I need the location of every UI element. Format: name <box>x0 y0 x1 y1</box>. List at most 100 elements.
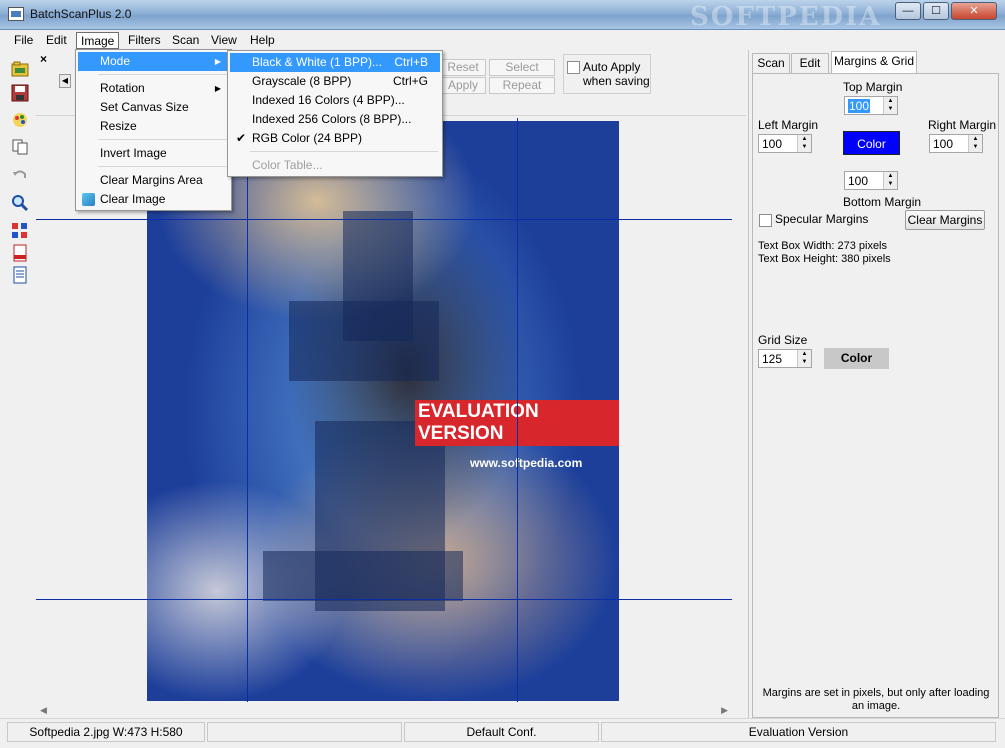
spin-down-icon[interactable]: ▼ <box>798 143 811 151</box>
horizontal-scrollbar[interactable]: ◀ ▶ <box>36 703 732 717</box>
menu-item-grayscale[interactable]: Grayscale (8 BPP) Ctrl+G <box>230 72 440 91</box>
menu-item-label: Grayscale (8 BPP) <box>252 74 352 88</box>
undo-icon[interactable] <box>11 166 29 184</box>
menu-edit[interactable]: Edit <box>42 32 71 49</box>
grid-size-spinner[interactable]: 125 ▲ ▼ <box>758 349 812 368</box>
pdf-icon[interactable] <box>11 244 29 262</box>
top-margin-value[interactable]: 100 <box>848 99 871 113</box>
scroll-left-button[interactable]: ◀ <box>59 74 71 88</box>
image-pixelated-region <box>289 301 439 381</box>
tab-scan[interactable]: Scan <box>752 53 790 73</box>
right-margin-spinner[interactable]: 100 ▲ ▼ <box>929 134 983 153</box>
top-margin-spinner[interactable]: 100 ▲ ▼ <box>844 96 898 115</box>
bottom-margin-spinner[interactable]: 100 ▲ ▼ <box>844 171 898 190</box>
close-panel-icon[interactable]: × <box>40 52 47 66</box>
menu-item-mode[interactable]: Mode ▶ <box>78 52 229 71</box>
menu-item-rgb-color[interactable]: ✔ RGB Color (24 BPP) <box>230 129 440 148</box>
auto-apply-checkbox[interactable] <box>567 61 580 74</box>
margins-grid-panel: Top Margin 100 ▲ ▼ Left Margin 100 ▲ ▼ Col… <box>752 73 999 718</box>
window-title: BatchScanPlus 2.0 <box>30 7 132 21</box>
right-margin-value[interactable]: 100 <box>933 137 953 151</box>
menu-image[interactable]: Image <box>76 32 120 49</box>
document-icon[interactable] <box>11 266 29 284</box>
submenu-arrow-icon: ▶ <box>214 84 221 93</box>
spin-up-icon[interactable]: ▲ <box>798 350 811 358</box>
status-bar: Softpedia 2.jpg W:473 H:580 Default Conf… <box>0 718 1005 748</box>
spin-up-icon[interactable]: ▲ <box>969 135 982 143</box>
menu-filters[interactable]: Filters <box>124 32 165 49</box>
menu-item-label: Mode <box>100 54 131 68</box>
bottom-margin-value[interactable]: 100 <box>848 174 868 188</box>
specular-margins-checkbox[interactable] <box>759 214 772 227</box>
menu-item-invert-image[interactable]: Invert Image <box>78 144 229 163</box>
left-margin-value[interactable]: 100 <box>762 137 782 151</box>
spinner-buttons[interactable]: ▲ ▼ <box>883 97 897 114</box>
menu-separator <box>98 166 227 167</box>
spinner-buttons[interactable]: ▲ ▼ <box>797 135 811 152</box>
title-bar: BatchScanPlus 2.0 SOFTPEDIA — ☐ ✕ <box>0 0 1005 32</box>
grid-size-label: Grid Size <box>758 333 808 347</box>
spinner-buttons[interactable]: ▲ ▼ <box>797 350 811 367</box>
menu-shortcut: Ctrl+B <box>394 55 428 69</box>
menu-shortcut: Ctrl+G <box>392 74 428 88</box>
right-panel: Scan Edit Margins & Grid Top Margin 100 … <box>748 50 1000 718</box>
menu-item-indexed-16[interactable]: Indexed 16 Colors (4 BPP)... <box>230 91 440 110</box>
mode-submenu: Black & White (1 BPP)... Ctrl+B Grayscale… <box>227 50 443 177</box>
menu-scan[interactable]: Scan <box>168 32 203 49</box>
margin-color-button[interactable]: Color <box>843 131 900 155</box>
spinner-buttons[interactable]: ▲ ▼ <box>968 135 982 152</box>
tab-margins-grid[interactable]: Margins & Grid <box>831 51 917 73</box>
menu-item-set-canvas-size[interactable]: Set Canvas Size <box>78 98 229 117</box>
copy-icon[interactable] <box>11 138 29 156</box>
spin-down-icon[interactable]: ▼ <box>884 105 897 113</box>
status-empty <box>207 722 402 742</box>
menu-item-clear-image[interactable]: Clear Image <box>78 190 229 209</box>
spin-up-icon[interactable]: ▲ <box>884 172 897 180</box>
grid-line-vertical <box>247 118 248 702</box>
reset-button[interactable]: Reset <box>440 59 486 76</box>
image-watermark: www.softpedia.com <box>470 456 583 470</box>
menu-item-rotation[interactable]: Rotation ▶ <box>78 79 229 98</box>
grid-size-value[interactable]: 125 <box>762 352 782 366</box>
app-icon <box>8 7 24 21</box>
spin-up-icon[interactable]: ▲ <box>798 135 811 143</box>
scroll-left-icon[interactable]: ◀ <box>40 705 47 716</box>
tab-edit[interactable]: Edit <box>791 53 829 73</box>
auto-apply-label-2: when saving <box>583 74 650 88</box>
grid-line-horizontal <box>36 219 732 220</box>
spinner-buttons[interactable]: ▲ ▼ <box>883 172 897 189</box>
zoom-icon[interactable] <box>11 194 29 212</box>
menu-item-clear-margins-area[interactable]: Clear Margins Area <box>78 171 229 190</box>
right-margin-label: Right Margin <box>928 118 997 132</box>
spin-down-icon[interactable]: ▼ <box>798 358 811 366</box>
menu-view[interactable]: View <box>207 32 241 49</box>
top-margin-label: Top Margin <box>843 80 903 94</box>
scroll-right-icon[interactable]: ▶ <box>721 705 728 716</box>
grid-line-horizontal <box>36 599 732 600</box>
menu-item-resize[interactable]: Resize <box>78 117 229 136</box>
color-palette-icon[interactable] <box>11 110 29 128</box>
select-button[interactable]: Select <box>489 59 555 76</box>
left-margin-spinner[interactable]: 100 ▲ ▼ <box>758 134 812 153</box>
menu-help[interactable]: Help <box>246 32 279 49</box>
spin-down-icon[interactable]: ▼ <box>969 143 982 151</box>
save-icon[interactable] <box>11 84 29 102</box>
margins-note: Margins are set in pixels, but only afte… <box>762 687 990 712</box>
clear-margins-button[interactable]: Clear Margins <box>905 210 985 230</box>
close-button[interactable]: ✕ <box>951 2 997 20</box>
maximize-button[interactable]: ☐ <box>923 2 949 20</box>
menu-item-black-white[interactable]: Black & White (1 BPP)... Ctrl+B <box>230 53 440 72</box>
image-menu-dropdown: Mode ▶ Rotation ▶ Set Canvas Size Resize I… <box>75 49 232 211</box>
apply-button[interactable]: Apply <box>440 77 486 94</box>
batch-icon[interactable] <box>11 222 29 240</box>
text-box-width: Text Box Width: 273 pixels <box>758 240 888 252</box>
grid-color-button[interactable]: Color <box>824 348 889 369</box>
spin-down-icon[interactable]: ▼ <box>884 180 897 188</box>
menu-item-indexed-256[interactable]: Indexed 256 Colors (8 BPP)... <box>230 110 440 129</box>
spin-up-icon[interactable]: ▲ <box>884 97 897 105</box>
status-config: Default Conf. <box>404 722 599 742</box>
minimize-button[interactable]: — <box>895 2 921 20</box>
open-folder-icon[interactable] <box>11 60 29 78</box>
menu-file[interactable]: File <box>10 32 37 49</box>
repeat-button[interactable]: Repeat <box>489 77 555 94</box>
